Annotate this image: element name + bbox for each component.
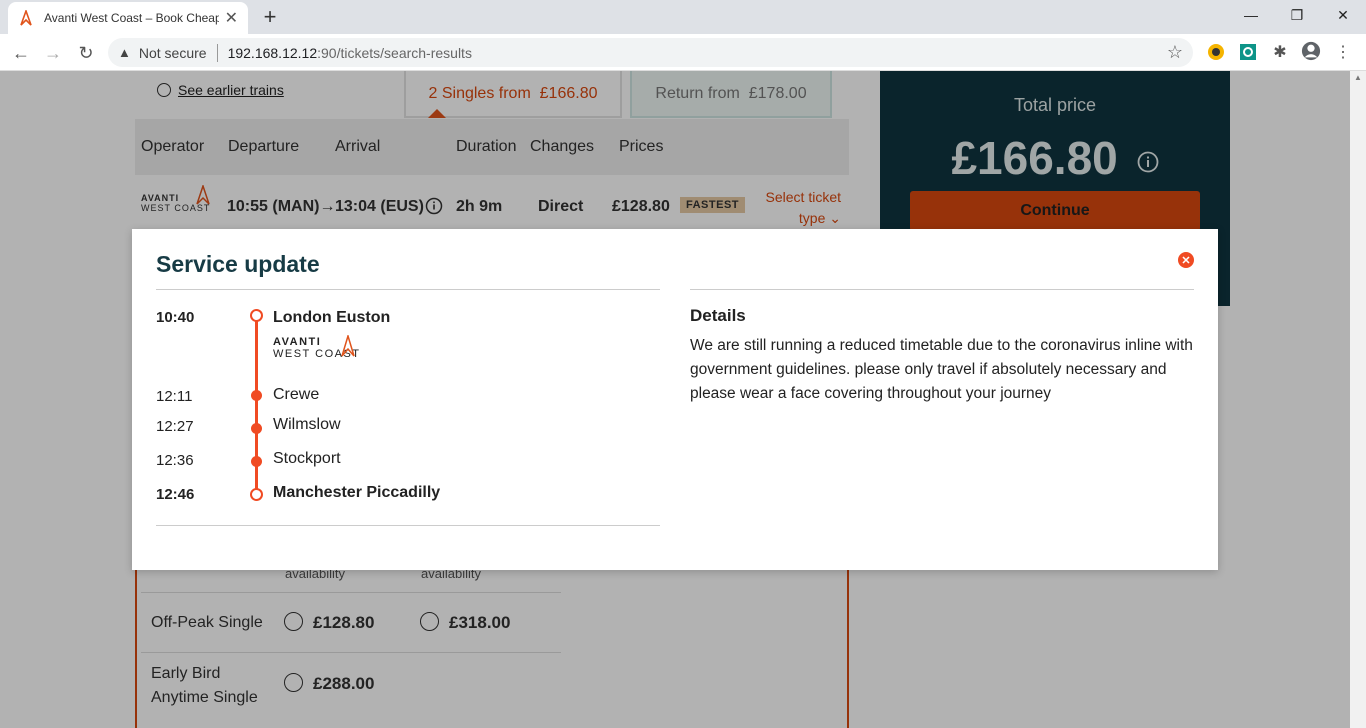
new-tab-button[interactable]: + (258, 5, 282, 29)
reload-icon[interactable]: ↻ (73, 40, 99, 66)
stop-name: Manchester Piccadilly (273, 484, 441, 501)
forward-icon[interactable]: → (40, 40, 66, 66)
url-host: 192.168.12.12 (227, 44, 318, 61)
avanti-logo-icon (341, 335, 355, 357)
stop-time: 12:11 (156, 388, 193, 405)
modal-title: Service update (156, 251, 320, 277)
close-window-icon[interactable]: ✕ (1320, 0, 1366, 30)
url-path: :90/tickets/search-results (317, 44, 472, 61)
extensions-puzzle-icon[interactable]: ✱ (1270, 42, 1290, 62)
stop-time: 12:36 (156, 452, 194, 469)
stop-origin-marker (250, 309, 263, 322)
stop-marker (251, 390, 262, 401)
browser-tabbar: Avanti West Coast – Book Cheap ✕ + — ❐ ✕ (0, 0, 1366, 34)
avanti-favicon-icon (20, 10, 32, 26)
browser-tab[interactable]: Avanti West Coast – Book Cheap ✕ (8, 2, 248, 34)
stop-name: Wilmslow (273, 416, 341, 433)
stop-time: 12:27 (156, 418, 194, 435)
browser-toolbar: ← → ↻ ▲ Not secure 192.168.12.12:90/tick… (0, 34, 1366, 71)
stop-destination-marker (250, 488, 263, 501)
stop-time: 10:40 (156, 309, 195, 326)
back-icon[interactable]: ← (8, 40, 34, 66)
browser-menu-icon[interactable]: ⋮ (1333, 42, 1353, 62)
route-line (255, 316, 258, 494)
close-tab-icon[interactable]: ✕ (225, 8, 238, 28)
page-scrollbar[interactable]: ▲ (1350, 71, 1366, 728)
stop-name: London Euston (273, 309, 391, 326)
details-heading: Details (690, 306, 746, 325)
divider (156, 289, 660, 290)
minimize-icon[interactable]: — (1228, 0, 1274, 30)
extension-speed-icon[interactable] (1206, 42, 1226, 62)
stop-marker (251, 456, 262, 467)
bookmark-star-icon[interactable]: ☆ (1167, 42, 1183, 63)
stop-name: Stockport (273, 450, 341, 467)
stop-time: 12:46 (156, 486, 195, 503)
scroll-up-icon[interactable]: ▲ (1354, 73, 1362, 82)
details-text: We are still running a reduced timetable… (690, 337, 1193, 402)
service-update-modal: Service update ✕ 10:40 London Euston AVA… (132, 229, 1218, 570)
profile-avatar-icon[interactable] (1301, 41, 1321, 61)
divider (156, 525, 660, 526)
address-bar[interactable]: ▲ Not secure 192.168.12.12:90/tickets/se… (108, 38, 1193, 67)
restore-icon[interactable]: ❐ (1274, 0, 1320, 30)
tab-title: Avanti West Coast – Book Cheap (44, 11, 219, 25)
stop-name: Crewe (273, 386, 320, 403)
close-icon[interactable]: ✕ (1178, 252, 1194, 268)
divider (690, 289, 1194, 290)
not-secure-label: Not secure (138, 44, 207, 61)
warning-icon: ▲ (118, 45, 131, 60)
extension-tile-icon[interactable] (1238, 42, 1258, 62)
stop-marker (251, 423, 262, 434)
omnibox-divider (216, 43, 218, 62)
